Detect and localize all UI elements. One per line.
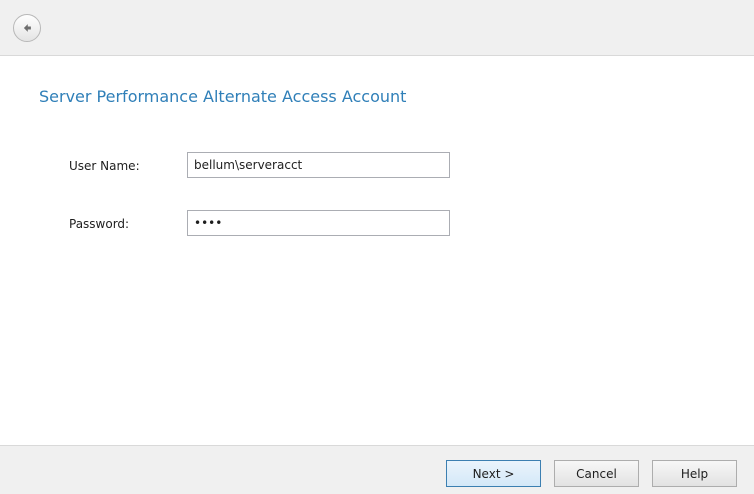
password-label: Password: (69, 217, 130, 231)
help-button[interactable]: Help (652, 460, 737, 487)
username-label: User Name: (69, 159, 140, 173)
wizard-footer: Next > Cancel Help (0, 445, 754, 494)
wizard-header-bar (0, 0, 754, 56)
password-field[interactable] (187, 210, 450, 236)
cancel-button[interactable]: Cancel (554, 460, 639, 487)
next-button[interactable]: Next > (446, 460, 541, 487)
back-arrow-icon (23, 24, 31, 32)
page-title: Server Performance Alternate Access Acco… (39, 87, 407, 106)
wizard-content: Server Performance Alternate Access Acco… (0, 57, 754, 445)
username-field[interactable] (187, 152, 450, 178)
back-button[interactable] (13, 14, 41, 42)
wizard-window: Server Performance Alternate Access Acco… (0, 0, 754, 494)
